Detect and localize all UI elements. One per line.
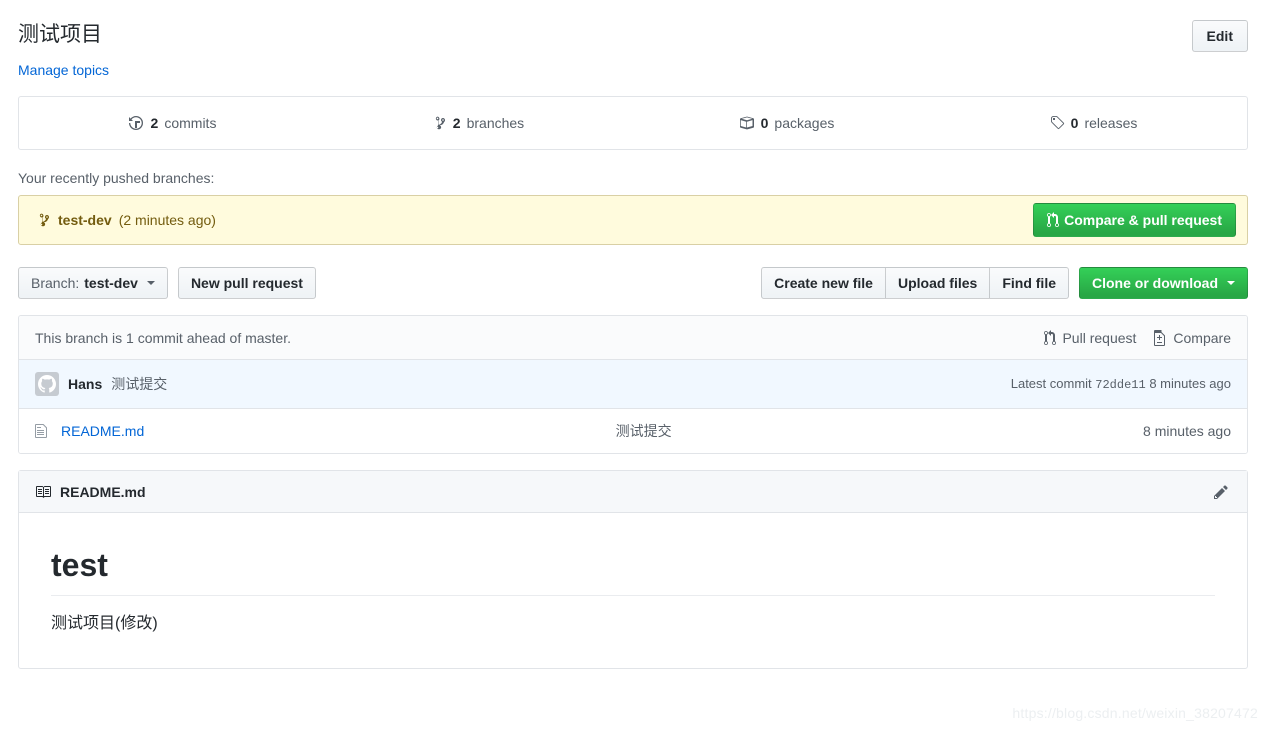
- create-new-file-button[interactable]: Create new file: [761, 267, 885, 299]
- stat-packages-label: packages: [774, 115, 835, 131]
- stat-packages-count: 0: [760, 115, 769, 131]
- readme-title-label: README.md: [60, 483, 146, 500]
- edit-readme-button[interactable]: [1211, 482, 1231, 502]
- stat-releases[interactable]: 0 releases: [940, 97, 1247, 149]
- compare-and-pull-request-label: Compare & pull request: [1064, 212, 1222, 228]
- compare-link[interactable]: Compare: [1154, 329, 1231, 346]
- find-file-button[interactable]: Find file: [989, 267, 1069, 299]
- github-mark-icon: [38, 375, 56, 393]
- commit-message[interactable]: 测试提交: [111, 374, 167, 394]
- clone-or-download-button[interactable]: Clone or download: [1079, 267, 1248, 299]
- stat-commits[interactable]: 2 commits: [19, 97, 326, 149]
- stat-packages[interactable]: 0 packages: [633, 97, 940, 149]
- pull-request-link-label: Pull request: [1062, 329, 1137, 346]
- stat-commits-count: 2: [150, 115, 159, 131]
- pencil-icon: [1213, 484, 1229, 500]
- pushed-branch-name[interactable]: test-dev: [58, 212, 112, 228]
- branch-status-text: This branch is 1 commit ahead of master.: [35, 329, 291, 346]
- readme-content: test 测试项目(修改): [19, 513, 1247, 668]
- readme-heading: test: [51, 545, 1215, 596]
- file-icon: [35, 423, 61, 439]
- repository-header-left: 测试项目 Manage topics: [18, 20, 109, 80]
- stat-branches-count: 2: [452, 115, 461, 131]
- upload-files-button[interactable]: Upload files: [884, 267, 990, 299]
- repository-page: 测试项目 Manage topics Edit 2 commits 2 bran…: [0, 0, 1266, 733]
- watermark-text: https://blog.csdn.net/weixin_38207472: [1012, 705, 1258, 721]
- branch-selector-prefix: Branch:: [31, 275, 80, 291]
- readme-panel: README.md test 测试项目(修改): [18, 470, 1248, 669]
- stat-releases-label: releases: [1084, 115, 1138, 131]
- git-pull-request-icon: [1047, 212, 1060, 228]
- recently-pushed-branch-bar: test-dev (2 minutes ago) Compare & pull …: [18, 195, 1248, 245]
- file-commit-age: 8 minutes ago: [1143, 423, 1231, 439]
- book-icon: [35, 484, 51, 500]
- file-link-readme[interactable]: README.md: [61, 423, 144, 439]
- history-icon: [128, 115, 145, 131]
- compare-and-pull-request-button[interactable]: Compare & pull request: [1033, 203, 1236, 237]
- latest-commit-left: Hans 测试提交: [35, 372, 167, 396]
- tag-icon: [1050, 115, 1065, 131]
- repository-stats-bar: 2 commits 2 branches 0 packages 0 releas…: [18, 96, 1248, 150]
- file-name-cell: README.md: [61, 423, 144, 439]
- git-pull-request-icon: [1044, 329, 1057, 346]
- table-row[interactable]: README.md 测试提交 8 minutes ago: [19, 409, 1247, 453]
- repository-header: 测试项目 Manage topics Edit: [18, 0, 1248, 80]
- readme-header: README.md: [19, 471, 1247, 513]
- branch-selector-value: test-dev: [84, 275, 138, 291]
- git-branch-icon: [435, 115, 447, 131]
- readme-title: README.md: [35, 484, 146, 500]
- readme-paragraph: 测试项目(修改): [51, 615, 158, 632]
- stat-branches-label: branches: [466, 115, 525, 131]
- pull-request-link[interactable]: Pull request: [1044, 329, 1137, 346]
- edit-button[interactable]: Edit: [1191, 20, 1248, 52]
- file-navigation-toolbar: Branch: test-dev New pull request Create…: [18, 267, 1248, 299]
- stat-commits-label: commits: [164, 115, 217, 131]
- package-icon: [739, 115, 755, 131]
- pushed-branch-time: (2 minutes ago): [118, 212, 216, 228]
- recently-pushed-label: Your recently pushed branches:: [18, 170, 215, 186]
- file-action-button-group: Create new file Upload files Find file: [761, 267, 1069, 299]
- stat-branches[interactable]: 2 branches: [326, 97, 633, 149]
- recently-pushed-branch-info: test-dev (2 minutes ago): [39, 212, 216, 228]
- diff-icon: [1154, 329, 1167, 346]
- commit-time: 8 minutes ago: [1149, 376, 1231, 391]
- clone-or-download-label: Clone or download: [1092, 275, 1218, 291]
- branch-status-bar: This branch is 1 commit ahead of master.…: [19, 316, 1247, 360]
- branch-status-actions: Pull request Compare: [1044, 329, 1231, 346]
- latest-commit-meta: Latest commit 72dde11 8 minutes ago: [1011, 376, 1231, 392]
- page-title: 测试项目: [18, 23, 102, 46]
- chevron-down-icon: [146, 281, 155, 285]
- latest-commit-prefix: Latest commit: [1010, 376, 1092, 391]
- manage-topics-link[interactable]: Manage topics: [18, 62, 109, 78]
- file-navigation-left: Branch: test-dev New pull request: [18, 267, 316, 299]
- commit-sha[interactable]: 72dde11: [1095, 378, 1145, 392]
- latest-commit-row: Hans 测试提交 Latest commit 72dde11 8 minute…: [19, 360, 1247, 409]
- file-navigation-right: Create new file Upload files Find file C…: [761, 267, 1248, 299]
- compare-link-label: Compare: [1173, 329, 1231, 346]
- new-pull-request-button[interactable]: New pull request: [177, 267, 316, 299]
- repository-content-box: This branch is 1 commit ahead of master.…: [18, 315, 1248, 454]
- stat-releases-count: 0: [1070, 115, 1079, 131]
- branch-selector-button[interactable]: Branch: test-dev: [18, 267, 168, 299]
- git-branch-icon: [39, 212, 51, 228]
- avatar[interactable]: [35, 372, 59, 396]
- commit-author-name[interactable]: Hans: [68, 376, 102, 392]
- file-commit-message: 测试提交: [615, 423, 672, 439]
- chevron-down-icon: [1227, 281, 1235, 285]
